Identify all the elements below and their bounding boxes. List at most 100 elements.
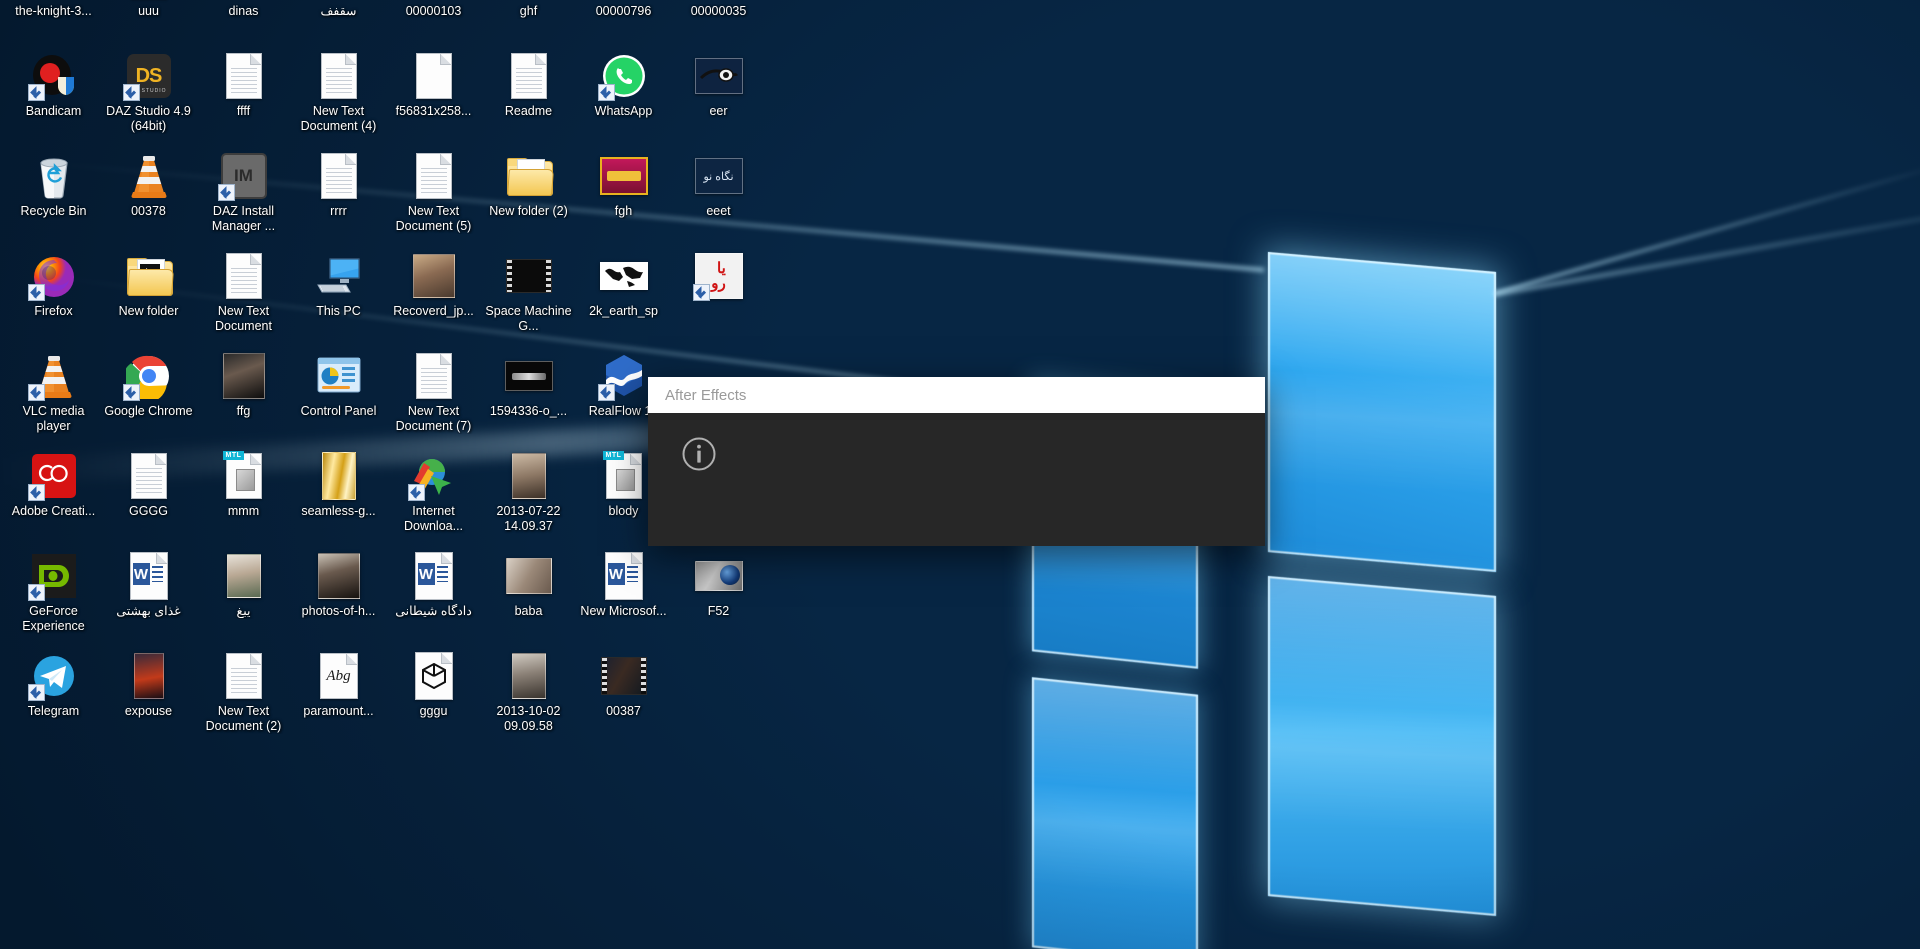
desktop-icon[interactable]: the-knight-3... [6, 0, 101, 48]
desktop-icon[interactable]: New Text Document (2) [196, 648, 291, 748]
desktop-icon[interactable]: 00000796 [576, 0, 671, 48]
photo-portrait-icon [505, 452, 553, 500]
desktop-icon[interactable]: New Text Document (5) [386, 148, 481, 248]
desktop-icon[interactable]: نگاه نو eeet [671, 148, 766, 248]
desktop-icon[interactable]: GeForce Experience [6, 548, 101, 648]
label-badge-icon [599, 152, 648, 200]
shortcut-arrow-icon [27, 484, 45, 501]
desktop-icon[interactable]: سقفف [291, 0, 386, 48]
text-doc-icon [315, 52, 363, 100]
desktop-icon[interactable]: New Text Document (7) [386, 348, 481, 448]
folder-media-icon [125, 252, 174, 300]
desktop-icon[interactable]: یا رو [671, 248, 766, 348]
desktop-icon[interactable]: 2013-10-02 09.09.58 [481, 648, 576, 748]
shortcut-arrow-icon [217, 184, 235, 201]
desktop-icon[interactable]: Readme [481, 48, 576, 148]
idm-icon [407, 452, 458, 501]
desktop-icon[interactable]: uuu [101, 0, 196, 48]
desktop-icon[interactable]: Recoverd_jp... [386, 248, 481, 348]
desktop-icon-label: New Text Document (2) [205, 704, 282, 733]
desktop-icon[interactable]: Firefox [6, 248, 101, 348]
desktop-icon[interactable]: This PC [291, 248, 386, 348]
desktop-icon[interactable]: fgh [576, 148, 671, 248]
desktop-icon[interactable]: gggu [386, 648, 481, 748]
desktop-icon[interactable]: ffg [196, 348, 291, 448]
desktop-icon[interactable]: New folder [101, 248, 196, 348]
desktop-icon[interactable]: F52 [671, 548, 766, 648]
desktop-icon[interactable]: dinas [196, 0, 291, 48]
desktop-icon[interactable]: W غذای بهشتی [101, 548, 196, 648]
desktop-icon[interactable]: W دادگاه شیطانی [386, 548, 481, 648]
desktop-icon-label: 2k_earth_sp [589, 304, 658, 318]
mtl-doc-icon: MTL [220, 451, 268, 500]
desktop-icon-label: 1594336-o_... [489, 404, 568, 418]
desktop-icon[interactable]: New folder (2) [481, 148, 576, 248]
desktop-icon[interactable]: IM DAZ Install Manager ... [196, 148, 291, 248]
desktop-icon[interactable]: يبغ [196, 548, 291, 648]
photo-shorthair-icon [315, 552, 363, 600]
vlc-cone-icon [125, 152, 173, 200]
desktop-icon[interactable]: eer [671, 48, 766, 148]
desktop-icon[interactable]: GGGG [101, 448, 196, 548]
desktop-icon[interactable]: Telegram [6, 648, 101, 748]
this-pc-icon [315, 252, 363, 300]
desktop-icon[interactable]: expouse [101, 648, 196, 748]
desktop-icon-label: GeForce Experience [22, 604, 85, 633]
desktop-icon[interactable]: ghf [481, 0, 576, 48]
dialog-title-bar[interactable]: After Effects [648, 377, 1265, 413]
desktop-icon[interactable]: Space Machine G... [481, 248, 576, 348]
desktop-icon[interactable]: Control Panel [291, 348, 386, 448]
desktop-icon-label: Adobe Creati... [11, 504, 96, 518]
film-black-icon [505, 252, 553, 300]
desktop-icon-label: 00378 [131, 204, 166, 218]
text-doc-icon [220, 52, 268, 100]
desktop-icon[interactable]: VLC media player [6, 348, 101, 448]
desktop-icon[interactable]: rrrr [291, 148, 386, 248]
desktop-icon[interactable]: WhatsApp [576, 48, 671, 148]
desktop-icon-label: New folder (2) [489, 204, 568, 218]
desktop-icon[interactable]: Abg paramount... [291, 648, 386, 748]
desktop-icon-label: New Text Document (5) [395, 204, 472, 233]
desktop-icon[interactable]: f56831x258... [386, 48, 481, 148]
desktop-icon[interactable]: MTL mmm [196, 448, 291, 548]
daz-studio-icon: DS Z STUDIO [122, 52, 173, 101]
gold-texture-icon [315, 452, 363, 500]
desktop-icon[interactable]: photos-of-h... [291, 548, 386, 648]
desktop[interactable]: the-knight-3... uuu dinas سقفف 00000103 ghf 00… [0, 0, 1920, 949]
desktop-icon[interactable]: Internet Downloa... [386, 448, 481, 548]
desktop-icon[interactable]: seamless-g... [291, 448, 386, 548]
desktop-icon[interactable]: New Text Document [196, 248, 291, 348]
desktop-icon[interactable]: Recycle Bin [6, 148, 101, 248]
desktop-icon-label: New Microsof... [580, 604, 667, 618]
dialog-body [648, 413, 1265, 546]
photo-woman-icon [410, 252, 458, 300]
desktop-icon[interactable]: baba [481, 548, 576, 648]
desktop-icon[interactable]: DS Z STUDIO DAZ Studio 4.9 (64bit) [101, 48, 196, 148]
desktop-icon-label: 00000796 [595, 4, 652, 18]
desktop-icon[interactable]: Bandicam [6, 48, 101, 148]
desktop-icon[interactable]: 00387 [576, 648, 671, 748]
desktop-icon[interactable]: 00378 [101, 148, 196, 248]
desktop-icon[interactable]: W New Microsof... [576, 548, 671, 648]
desktop-icon[interactable]: 2k_earth_sp [576, 248, 671, 348]
desktop-icon[interactable]: ffff [196, 48, 291, 148]
desktop-icon-label: uuu [138, 4, 159, 18]
shortcut-arrow-icon [27, 584, 45, 601]
desktop-icon-label: Internet Downloa... [403, 504, 464, 533]
desktop-icon[interactable]: 2013-07-22 14.09.37 [481, 448, 576, 548]
shortcut-arrow-icon [407, 484, 425, 501]
desktop-icon[interactable]: 1594336-o_... [481, 348, 576, 448]
desktop-icon-label: يبغ [236, 604, 251, 618]
after-effects-dialog[interactable]: After Effects [648, 377, 1265, 546]
desktop-icon[interactable]: 00000103 [386, 0, 481, 48]
desktop-icon-label: rrrr [330, 204, 347, 218]
desktop-icon[interactable]: Google Chrome [101, 348, 196, 448]
desktop-icon[interactable]: New Text Document (4) [291, 48, 386, 148]
desktop-icon-label: 00000103 [405, 4, 462, 18]
desktop-icon[interactable]: Adobe Creati... [6, 448, 101, 548]
text-doc-icon [410, 352, 458, 400]
desktop-icon-label: New Text Document (7) [395, 404, 472, 433]
dialog-title: After Effects [665, 386, 747, 404]
desktop-icon[interactable]: 00000035 [671, 0, 766, 48]
text-doc-icon [220, 652, 268, 700]
